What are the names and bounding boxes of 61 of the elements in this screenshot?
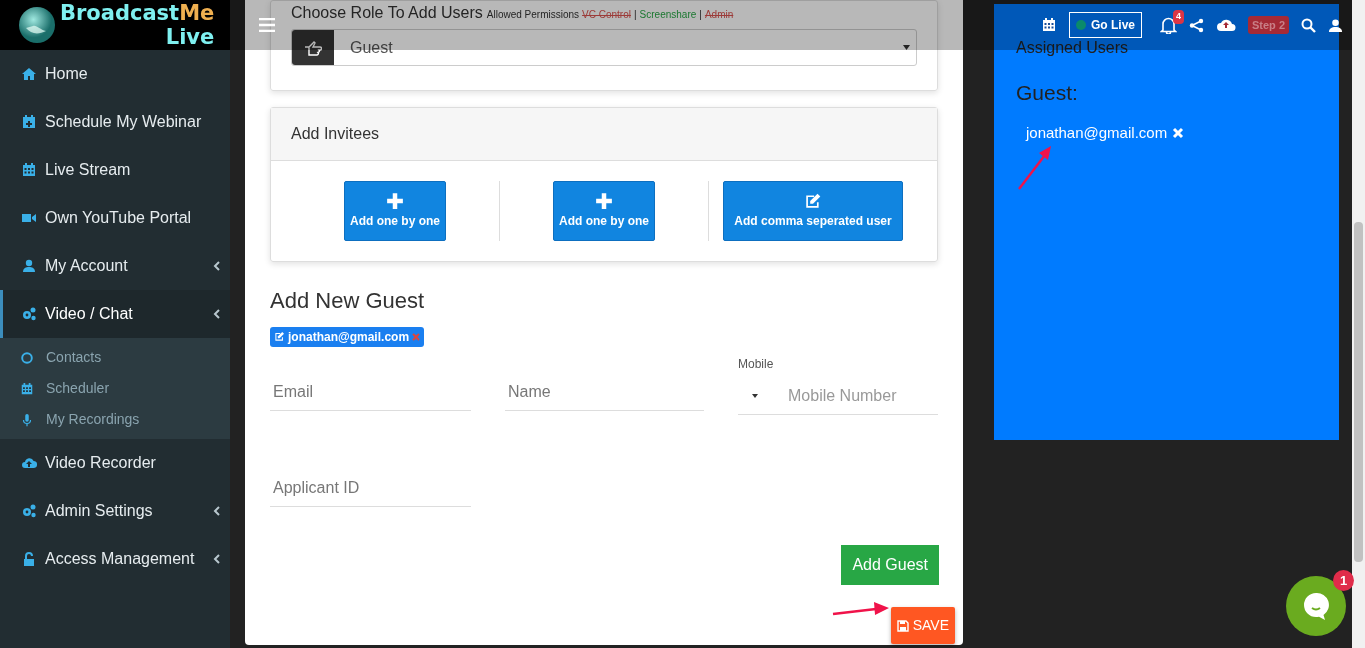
microphone-icon	[20, 412, 34, 427]
card-header: Add Invitees	[271, 108, 937, 161]
calendar-plus-icon	[21, 114, 37, 130]
permission-text: VC Control	[582, 8, 631, 22]
submenu-item[interactable]: Scheduler	[0, 373, 230, 404]
go-live-button[interactable]: Go Live	[1068, 12, 1142, 38]
permission-text: Admin	[704, 8, 734, 22]
sidebar-item[interactable]: Schedule My Webinar	[0, 98, 230, 146]
separator-text: |	[699, 8, 702, 22]
panel-title: Assigned Users	[1016, 38, 1130, 58]
sidebar-item[interactable]: Video / Chat	[0, 290, 230, 338]
sidebar-item[interactable]: My Account	[0, 242, 230, 290]
assigned-user-email: jonathan@gmail.com	[1026, 122, 1168, 143]
scrollbar-thumb[interactable]	[1354, 222, 1363, 562]
cloud-upload-icon	[21, 455, 37, 471]
permissions-label: Allowed Permissions	[486, 8, 580, 22]
sidebar-item[interactable]: Video Recorder	[0, 439, 230, 487]
bell-icon[interactable]	[1160, 16, 1177, 34]
sidebar-item[interactable]: Own YouTube Portal	[0, 194, 230, 242]
logo-text: BroadcastMe	[60, 0, 215, 25]
submenu-item[interactable]: Contacts	[0, 342, 230, 373]
user-icon	[21, 258, 37, 274]
plus-icon	[386, 192, 404, 210]
share-icon[interactable]	[1189, 17, 1204, 33]
plus-icon	[595, 192, 613, 210]
sidebar-item[interactable]: Admin Settings	[0, 487, 230, 535]
gears-icon	[21, 503, 37, 519]
user-icon[interactable]	[1328, 17, 1343, 33]
submenu-item[interactable]: My Recordings	[0, 404, 230, 435]
email-tag[interactable]: jonathan@gmail.com	[270, 326, 425, 347]
role-heading: Guest:	[1016, 80, 1079, 106]
notification-badge: 4	[1172, 10, 1184, 24]
add-invitee-button[interactable]: Add one by one	[553, 181, 655, 241]
sidebar-item[interactable]: Access Management	[0, 535, 230, 583]
permission-text: Screenshare	[639, 8, 697, 22]
caret-icon	[752, 393, 758, 398]
sidebar-item[interactable]: Live Stream	[0, 146, 230, 194]
speech-bubble-icon	[1301, 591, 1331, 621]
edit-icon	[274, 331, 285, 342]
scrollbar[interactable]	[1352, 0, 1365, 648]
floppy-disk-icon	[896, 619, 909, 632]
logo-subtitle: Live	[164, 26, 215, 48]
caret-icon	[903, 45, 910, 50]
field-label: Mobile	[738, 356, 775, 373]
padlock-icon	[21, 551, 37, 567]
circle-icon	[20, 350, 34, 365]
role-title: Choose Role To Add Users	[291, 3, 483, 23]
home-icon	[21, 66, 37, 82]
calendar-icon	[20, 381, 34, 396]
section-title: Add New Guest	[270, 287, 426, 315]
search-icon[interactable]	[1301, 17, 1316, 33]
gears-icon	[21, 306, 37, 322]
sidebar-item[interactable]: Home	[0, 50, 230, 98]
separator-text: |	[634, 8, 637, 22]
chat-button[interactable]	[1286, 576, 1346, 636]
globe-logo-icon	[18, 6, 56, 44]
calendar-icon	[21, 162, 37, 178]
cloud-upload-icon[interactable]	[1216, 18, 1236, 32]
add-invitee-button[interactable]: Add comma seperated user	[723, 181, 903, 241]
edit-icon	[804, 192, 822, 210]
add-invitee-button[interactable]: Add one by one	[344, 181, 446, 241]
